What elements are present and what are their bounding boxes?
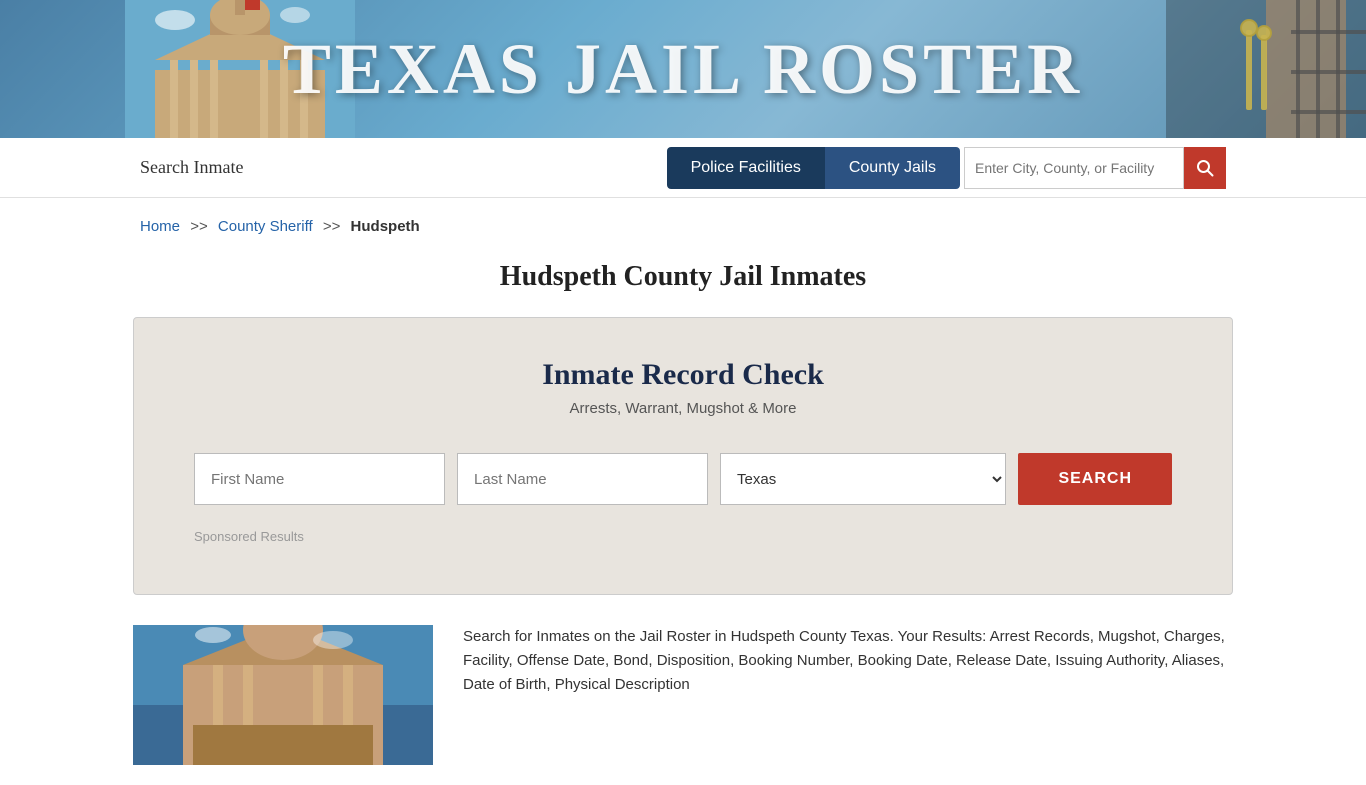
breadcrumb-county-sheriff[interactable]: County Sheriff: [218, 218, 313, 235]
nav-bar: Search Inmate Police Facilities County J…: [0, 138, 1366, 198]
page-title: Hudspeth County Jail Inmates: [0, 261, 1366, 293]
bottom-thumbnail: [133, 625, 433, 765]
sponsored-label: Sponsored Results: [194, 529, 1172, 544]
nav-buttons: Police Facilities County Jails: [667, 147, 960, 189]
record-check-section: Inmate Record Check Arrests, Warrant, Mu…: [133, 317, 1233, 595]
last-name-input[interactable]: [457, 453, 708, 505]
record-check-subtitle: Arrests, Warrant, Mugshot & More: [194, 400, 1172, 417]
keys-image: [1166, 0, 1366, 138]
police-facilities-button[interactable]: Police Facilities: [667, 147, 825, 189]
nav-search-input[interactable]: [964, 147, 1184, 189]
nav-search-box: [964, 147, 1226, 189]
nav-search-button[interactable]: [1184, 147, 1226, 189]
search-button[interactable]: SEARCH: [1018, 453, 1172, 505]
breadcrumb-home[interactable]: Home: [140, 218, 180, 235]
bottom-image: [133, 625, 433, 765]
state-select[interactable]: AlabamaAlaskaArizonaArkansasCaliforniaCo…: [720, 453, 1006, 505]
first-name-input[interactable]: [194, 453, 445, 505]
bottom-description: Search for Inmates on the Jail Roster in…: [463, 625, 1233, 765]
header-banner: Texas Jail Roster: [0, 0, 1366, 138]
breadcrumb: Home >> County Sheriff >> Hudspeth: [0, 198, 1366, 245]
breadcrumb-sep1: >>: [190, 218, 208, 235]
record-check-form: AlabamaAlaskaArizonaArkansasCaliforniaCo…: [194, 453, 1172, 505]
search-inmate-label: Search Inmate: [140, 157, 243, 178]
breadcrumb-current: Hudspeth: [351, 218, 420, 235]
bottom-section: Search for Inmates on the Jail Roster in…: [133, 625, 1233, 785]
search-icon: [1196, 159, 1214, 177]
county-jails-button[interactable]: County Jails: [825, 147, 960, 189]
breadcrumb-sep2: >>: [323, 218, 341, 235]
record-check-title: Inmate Record Check: [194, 358, 1172, 392]
banner-title: Texas Jail Roster: [283, 28, 1083, 111]
